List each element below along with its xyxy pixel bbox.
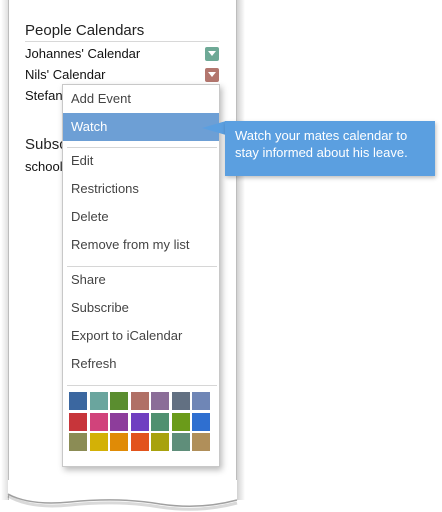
tooltip-pointer [202, 121, 226, 135]
calendar-context-menu: Add Event Watch Edit Restrictions Delete… [62, 84, 220, 467]
sheet-shadow-right [237, 0, 245, 500]
menu-item-restrictions[interactable]: Restrictions [63, 175, 219, 203]
menu-item-delete[interactable]: Delete [63, 203, 219, 231]
menu-item-edit[interactable]: Edit [63, 147, 219, 175]
color-swatch[interactable] [69, 433, 87, 451]
color-swatch[interactable] [130, 392, 149, 410]
menu-item-share[interactable]: Share [63, 266, 219, 294]
triangle-down-icon [208, 51, 216, 56]
color-swatch[interactable] [171, 412, 190, 431]
subscribed-calendars-heading: Subsc [25, 136, 67, 153]
calendar-item-stefan[interactable]: Stefan [25, 88, 63, 103]
menu-separator [67, 385, 217, 386]
color-swatch[interactable] [89, 412, 108, 431]
menu-item-watch[interactable]: Watch [63, 113, 219, 141]
color-swatch[interactable] [151, 433, 169, 451]
color-swatch[interactable] [130, 412, 149, 431]
menu-item-refresh[interactable]: Refresh [63, 350, 219, 378]
color-swatch[interactable] [130, 433, 149, 451]
sheet-shadow-left [1, 0, 8, 500]
color-swatch[interactable] [192, 433, 210, 451]
color-swatch[interactable] [192, 412, 210, 431]
color-swatch[interactable] [89, 433, 108, 451]
menu-item-remove-from-list[interactable]: Remove from my list [63, 231, 219, 259]
color-palette [69, 392, 212, 452]
color-swatch[interactable] [151, 412, 169, 431]
color-swatch[interactable] [89, 392, 108, 410]
menu-item-add-event[interactable]: Add Event [63, 85, 219, 113]
calendar-options-button[interactable] [205, 68, 219, 82]
torn-paper-edge [7, 480, 238, 511]
color-swatch[interactable] [69, 392, 87, 410]
color-swatch[interactable] [171, 433, 190, 451]
menu-item-export-icalendar[interactable]: Export to iCalendar [63, 322, 219, 350]
color-swatch[interactable] [171, 392, 190, 410]
color-swatch[interactable] [69, 412, 87, 431]
section-divider [25, 41, 219, 42]
color-swatch[interactable] [151, 392, 169, 410]
watch-tooltip: Watch your mates calendar to stay inform… [225, 121, 435, 176]
calendar-item-johannes[interactable]: Johannes' Calendar [25, 46, 140, 61]
calendar-item-nils[interactable]: Nils' Calendar [25, 67, 106, 82]
color-swatch[interactable] [192, 392, 210, 410]
color-swatch[interactable] [110, 392, 128, 410]
menu-item-subscribe[interactable]: Subscribe [63, 294, 219, 322]
calendar-options-button[interactable] [205, 47, 219, 61]
color-swatch[interactable] [110, 412, 128, 431]
triangle-down-icon [208, 72, 216, 77]
people-calendars-heading: People Calendars [25, 22, 145, 39]
color-swatch[interactable] [110, 433, 128, 451]
calendar-item-school[interactable]: school [25, 159, 63, 174]
